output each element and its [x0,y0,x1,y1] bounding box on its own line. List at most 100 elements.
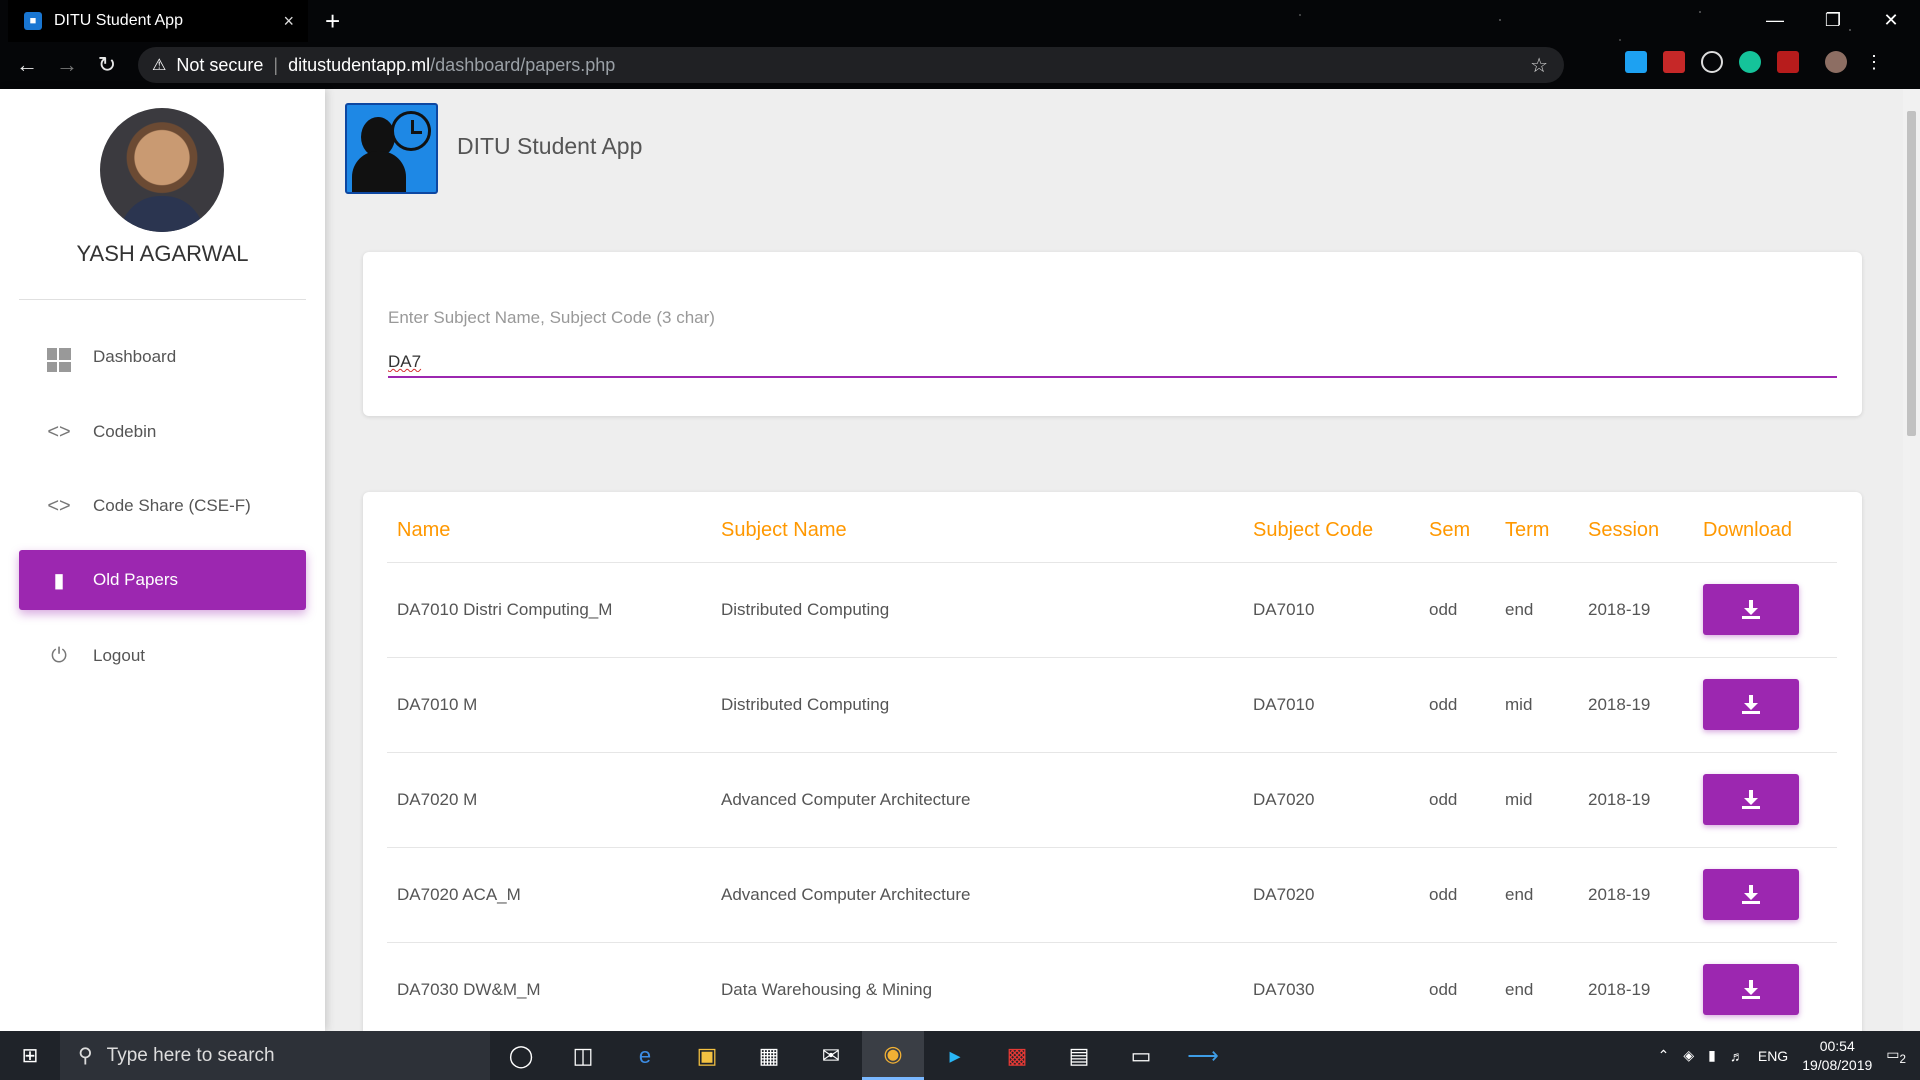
clock-date: 19/08/2019 [1802,1056,1873,1073]
extension-grammarly-icon[interactable] [1739,51,1761,73]
url-domain: ditustudentapp.ml [288,54,431,75]
extension-pdf-icon[interactable] [1663,51,1685,73]
vscode-icon[interactable]: ⟶ [1172,1031,1234,1080]
cell-sem: odd [1419,562,1495,658]
cell-download [1693,657,1837,753]
file-explorer-icon[interactable]: ▣ [676,1031,738,1080]
sidebar-item-old-papers[interactable]: ▮ Old Papers [19,550,306,610]
bookmark-star-icon[interactable]: ☆ [1530,53,1548,78]
forward-icon[interactable]: → [47,52,87,78]
cell-subject: Distributed Computing [711,657,1243,753]
task-view-icon[interactable]: ◫ [552,1031,614,1080]
papers-table-card: Name Subject Name Subject Code Sem Term … [363,492,1862,1052]
sidebar-item-label: Codebin [93,422,157,441]
document-icon: ▮ [53,569,65,592]
clock-time: 00:54 [1819,1037,1855,1054]
page-scrollbar[interactable] [1903,89,1920,1031]
taskbar-clock[interactable]: 00:54 19/08/2019 [1802,1037,1872,1075]
address-bar[interactable]: ⚠ Not secure | ditustudentapp.ml /dashbo… [138,47,1564,83]
header-subject-code: Subject Code [1243,500,1419,563]
mail-icon[interactable]: ✉ [800,1031,862,1080]
download-button[interactable] [1703,774,1799,825]
cell-session: 2018-19 [1578,657,1693,753]
search-icon: ⚲ [78,1045,93,1067]
papers-table: Name Subject Name Subject Code Sem Term … [387,500,1837,1038]
chrome-icon[interactable]: ◉ [862,1031,924,1080]
extension-react-icon[interactable] [1701,51,1723,73]
wifi-icon[interactable]: ◈ [1683,1047,1694,1064]
cell-code: DA7010 [1243,562,1419,658]
code-icon: <> [47,494,71,517]
back-icon[interactable]: ← [7,52,47,78]
download-button[interactable] [1703,964,1799,1015]
cell-sem: odd [1419,847,1495,943]
tab-favicon-icon: ■ [24,12,42,30]
minimize-icon[interactable]: — [1746,0,1804,40]
photos-icon[interactable]: ▤ [1048,1031,1110,1080]
browser-tab[interactable]: ■ DITU Student App × [8,0,308,42]
battery-icon[interactable]: ▮ [1708,1047,1716,1064]
sidebar-item-logout[interactable]: ⏻ Logout [19,626,306,686]
user-name: YASH AGARWAL [76,241,249,266]
language-indicator[interactable]: ENG [1758,1048,1788,1064]
sidebar-item-dashboard[interactable]: Dashboard [19,327,306,387]
download-icon [1741,979,1761,1000]
store-icon[interactable]: ▦ [738,1031,800,1080]
sidebar-divider [19,299,306,300]
sidebar-item-codebin[interactable]: <> Codebin [19,402,306,462]
download-button[interactable] [1703,584,1799,635]
volume-icon[interactable]: ♬ [1730,1048,1744,1064]
cell-download [1693,847,1837,943]
sidebar-item-code-share[interactable]: <> Code Share (CSE-F) [19,476,306,536]
winrar-icon[interactable]: ▩ [986,1031,1048,1080]
tab-close-icon[interactable]: × [283,11,294,32]
extension-share-icon[interactable] [1625,51,1647,73]
table-row: DA7010 Distri Computing_M Distributed Co… [387,562,1837,658]
system-tray: ⌃ ◈ ▮ ♬ ENG 00:54 19/08/2019 ▭2 [1658,1037,1920,1075]
cortana-icon[interactable]: ◯ [490,1031,552,1080]
cell-name: DA7030 DW&M_M [387,942,711,1038]
scrollbar-thumb[interactable] [1907,111,1916,436]
profile-avatar-icon[interactable] [1825,51,1847,73]
search-input[interactable] [388,348,1837,378]
reload-icon[interactable]: ↻ [87,52,127,78]
download-icon [1741,599,1761,620]
header-sem: Sem [1419,500,1495,563]
cell-term: end [1495,942,1578,1038]
close-window-icon[interactable]: ✕ [1862,0,1920,40]
app-logo [345,103,438,194]
table-row: DA7020 M Advanced Computer Architecture … [387,752,1837,848]
terminal-icon[interactable]: ▭ [1110,1031,1172,1080]
warning-icon[interactable]: ⚠ [152,55,166,75]
cell-sem: odd [1419,657,1495,753]
sidebar-item-label: Logout [93,646,145,665]
windows-start-icon[interactable]: ⊞ [0,1043,60,1068]
cell-code: DA7010 [1243,657,1419,753]
cell-name: DA7010 Distri Computing_M [387,562,711,658]
security-label[interactable]: Not secure [176,55,263,76]
cell-download [1693,942,1837,1038]
restore-icon[interactable]: ❐ [1804,0,1862,40]
download-icon [1741,789,1761,810]
header-name: Name [387,500,711,563]
cell-subject: Data Warehousing & Mining [711,942,1243,1038]
extension-ublock-icon[interactable] [1777,51,1799,73]
taskbar-search-box[interactable]: ⚲ Type here to search [60,1031,490,1080]
cell-download [1693,752,1837,848]
download-button[interactable] [1703,679,1799,730]
new-tab-button[interactable]: + [325,6,340,37]
header-subject-name: Subject Name [711,500,1243,563]
sidebar-item-label: Dashboard [93,347,177,366]
share-app-icon[interactable]: ▸ [924,1031,986,1080]
table-header-row: Name Subject Name Subject Code Sem Term … [387,500,1837,563]
download-button[interactable] [1703,869,1799,920]
tray-chevron-up-icon[interactable]: ⌃ [1658,1047,1670,1064]
notification-icon[interactable]: ▭2 [1886,1046,1906,1066]
edge-browser-icon[interactable]: e [614,1031,676,1080]
browser-menu-icon[interactable]: ⋮ [1863,51,1885,73]
sidebar-item-label: Code Share (CSE-F) [93,496,251,515]
sidebar: YASH AGARWAL Dashboard <> Codebin <> Cod… [0,89,325,1031]
window-controls: — ❐ ✕ [1746,0,1920,40]
cell-code: DA7020 [1243,847,1419,943]
power-icon: ⏻ [51,644,67,667]
